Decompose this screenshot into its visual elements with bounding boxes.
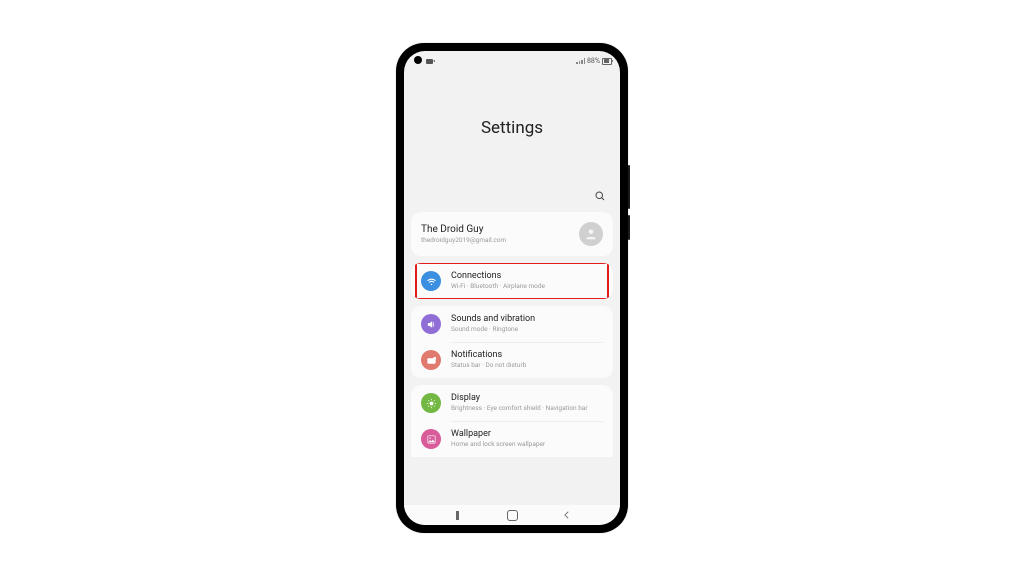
navigation-bar [404, 505, 620, 525]
row-title: Display [451, 393, 603, 404]
camera-indicator-icon [426, 59, 433, 64]
status-bar: 88% [404, 51, 620, 69]
row-subtitle: Status bar · Do not disturb [451, 362, 603, 370]
settings-row-wallpaper[interactable]: Wallpaper Home and lock screen wallpaper [411, 421, 613, 457]
screen: 88% Settings [404, 51, 620, 525]
battery-percentage: 88% [587, 57, 600, 65]
nav-recents-button[interactable] [452, 511, 463, 520]
power-button [628, 215, 630, 240]
camera-hole [414, 56, 422, 64]
avatar [579, 222, 603, 246]
row-subtitle: Sound mode · Ringtone [451, 326, 603, 334]
settings-group: Display Brightness · Eye comfort shield … [411, 385, 613, 457]
nav-back-button[interactable] [562, 510, 572, 520]
battery-icon [602, 58, 612, 65]
account-name: The Droid Guy [421, 224, 569, 236]
row-subtitle: Home and lock screen wallpaper [451, 441, 603, 449]
volume-button [628, 165, 630, 209]
settings-header: Settings [404, 69, 620, 187]
page-title: Settings [481, 118, 543, 138]
settings-row-sounds[interactable]: Sounds and vibration Sound mode · Ringto… [411, 306, 613, 342]
settings-group: Connections Wi-Fi · Bluetooth · Airplane… [411, 263, 613, 299]
settings-list: The Droid Guy thedroidguy2019@gmail.com [404, 212, 620, 457]
settings-row-display[interactable]: Display Brightness · Eye comfort shield … [411, 385, 613, 421]
settings-row-notifications[interactable]: Notifications Status bar · Do not distur… [411, 342, 613, 378]
settings-row-connections[interactable]: Connections Wi-Fi · Bluetooth · Airplane… [411, 263, 613, 299]
sound-icon [421, 314, 441, 334]
row-subtitle: Brightness · Eye comfort shield · Naviga… [451, 405, 603, 413]
row-title: Notifications [451, 350, 603, 361]
wallpaper-icon [421, 429, 441, 449]
settings-group: Sounds and vibration Sound mode · Ringto… [411, 306, 613, 378]
row-subtitle: Wi-Fi · Bluetooth · Airplane mode [451, 283, 603, 291]
nav-home-button[interactable] [507, 510, 518, 521]
notifications-icon [421, 350, 441, 370]
phone-frame: 88% Settings [396, 43, 628, 533]
signal-icon [576, 58, 585, 64]
row-title: Wallpaper [451, 429, 603, 440]
search-icon[interactable] [594, 187, 606, 206]
account-email: thedroidguy2019@gmail.com [421, 237, 569, 245]
account-card[interactable]: The Droid Guy thedroidguy2019@gmail.com [411, 212, 613, 256]
wifi-icon [421, 271, 441, 291]
display-icon [421, 393, 441, 413]
row-title: Sounds and vibration [451, 314, 603, 325]
row-title: Connections [451, 271, 603, 282]
